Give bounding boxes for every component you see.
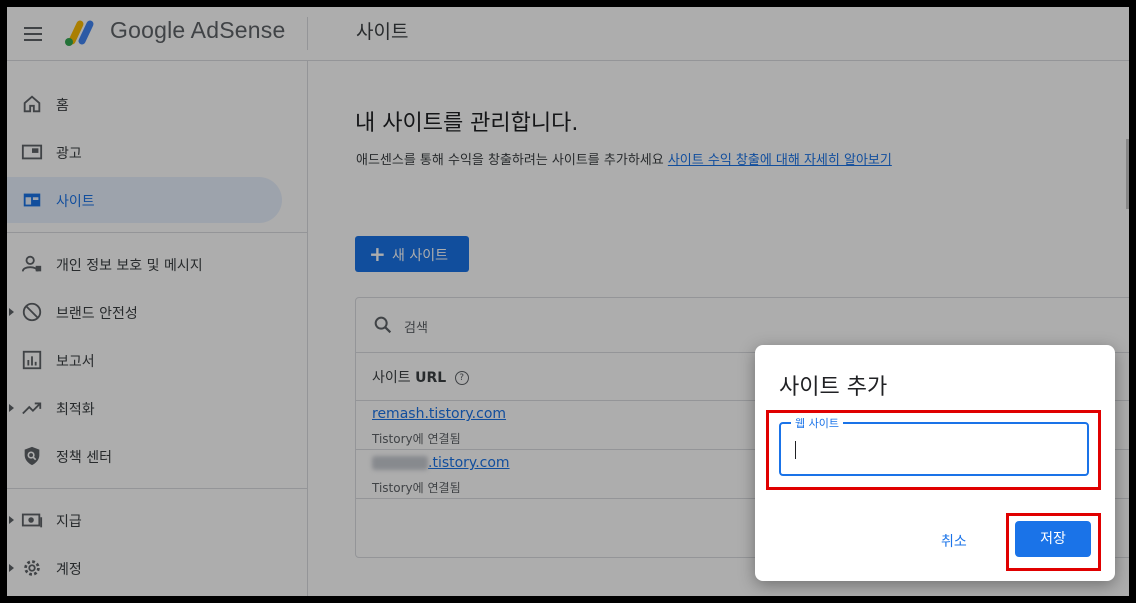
cancel-button[interactable]: 취소 [941,531,967,551]
highlight-box-website-field [766,410,1101,490]
highlight-box-save-button [1006,513,1101,571]
adsense-window: Google AdSense 사이트 홈 광고 사이트 개인 정보 보호 및 메… [7,7,1129,596]
dialog-title: 사이트 추가 [779,375,888,400]
